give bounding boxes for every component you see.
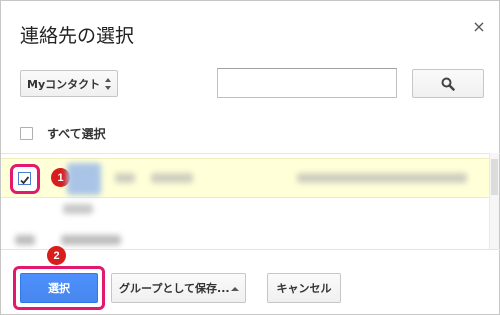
search-button[interactable] (412, 69, 484, 98)
dialog-title: 連絡先の選択 (20, 25, 135, 47)
contact-row-selected[interactable]: 1 (1, 158, 489, 198)
contact-name-blurred (115, 173, 135, 183)
search-input[interactable] (217, 68, 397, 98)
cancel-button[interactable]: キャンセル (267, 273, 341, 303)
contact-picker-dialog: 連絡先の選択 × Myコンタクト すべて選択 1 2 選択 グループとして保存.… (0, 0, 500, 315)
select-all-row[interactable]: すべて選択 (20, 125, 106, 142)
save-as-group-label: グループとして保存... (119, 282, 230, 295)
contact-name-blurred (63, 204, 93, 214)
contact-name-blurred (151, 173, 193, 183)
contact-row[interactable] (1, 229, 489, 249)
save-as-group-button[interactable]: グループとして保存... (111, 273, 246, 303)
contact-email-blurred (297, 173, 467, 183)
close-icon[interactable]: × (471, 17, 487, 36)
select-button[interactable]: 選択 (20, 273, 98, 303)
search-icon (441, 77, 455, 91)
contact-row[interactable] (1, 200, 489, 228)
checkbox-highlight (10, 164, 40, 194)
contact-group-select[interactable]: Myコンタクト (20, 70, 118, 97)
select-all-label: すべて選択 (47, 127, 106, 141)
caret-up-icon (231, 287, 239, 291)
checkmark-icon (20, 176, 30, 185)
list-scrollbar[interactable] (489, 153, 499, 249)
avatar (67, 163, 101, 195)
updown-arrows-icon (105, 78, 111, 90)
contact-name-blurred (15, 235, 35, 245)
footer-divider (1, 249, 500, 250)
scrollbar-thumb[interactable] (491, 159, 498, 195)
contact-list: 1 (1, 153, 500, 249)
contact-checkbox[interactable] (18, 172, 31, 185)
select-all-checkbox[interactable] (20, 127, 33, 140)
contact-group-value: Myコンタクト (27, 77, 101, 91)
annotation-badge-2: 2 (47, 246, 66, 265)
contact-name-blurred (61, 235, 121, 245)
